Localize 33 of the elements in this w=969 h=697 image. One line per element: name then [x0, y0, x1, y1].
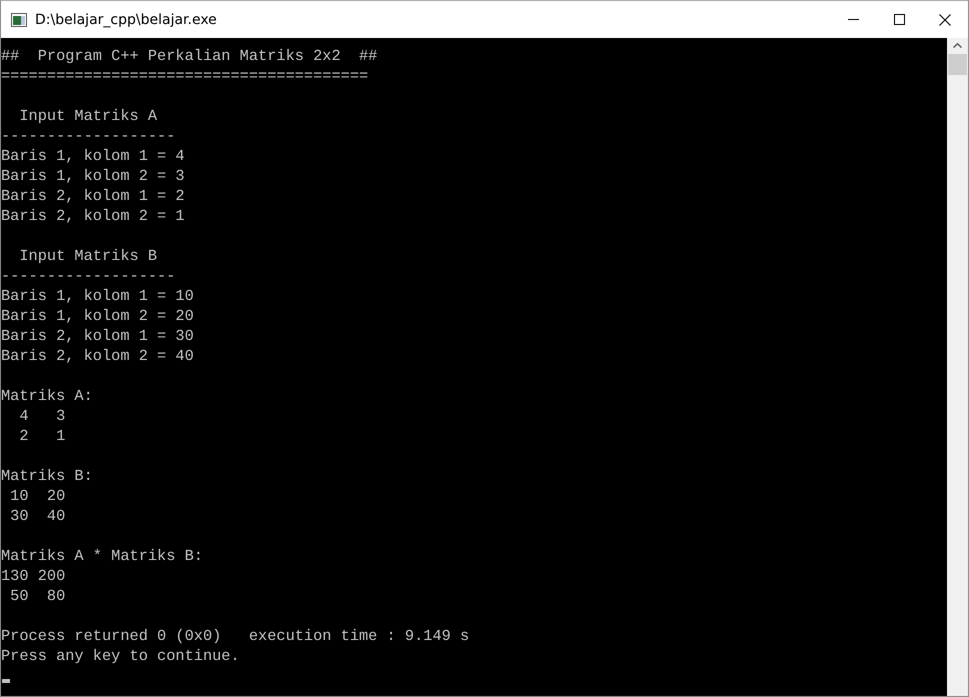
console-line: Baris 2, kolom 2 = 1: [1, 206, 185, 226]
console-line: Input Matriks B: [18, 246, 158, 266]
console-line: 30 40: [9, 506, 66, 526]
scroll-up-icon[interactable]: [953, 43, 962, 48]
console-line: 50 80: [9, 586, 66, 606]
console-line: ## Program C++ Perkalian Matriks 2x2 ##: [1, 46, 378, 66]
console-line: -------------------: [1, 266, 176, 286]
console-line: ========================================: [1, 66, 368, 86]
console-line: -------------------: [1, 126, 176, 146]
console-line: Baris 2, kolom 1 = 30: [1, 326, 194, 346]
console-line: Matriks B:: [1, 466, 93, 486]
console-app-icon: [11, 12, 27, 26]
console-line: Baris 1, kolom 1 = 4: [1, 146, 185, 166]
console-line: Baris 1, kolom 2 = 3: [1, 166, 185, 186]
console-line: 2 1: [18, 426, 66, 446]
console-line: 4 3: [18, 406, 66, 426]
console-line: 10 20: [9, 486, 66, 506]
window-title: D:\belajar_cpp\belajar.exe: [35, 12, 218, 28]
console-line: Baris 2, kolom 2 = 40: [1, 346, 194, 366]
console-line: Process returned 0 (0x0) execution time : 9.149 s: [1, 626, 470, 646]
console-line: Matriks A:: [1, 386, 93, 406]
console-line: Baris 1, kolom 1 = 10: [1, 286, 194, 306]
maximize-icon[interactable]: [894, 14, 904, 25]
close-icon[interactable]: [939, 14, 951, 26]
console-line: Press any key to continue.: [1, 646, 240, 666]
scroll-thumb[interactable]: [948, 54, 967, 75]
console-line: Baris 2, kolom 1 = 2: [1, 186, 185, 206]
minimize-icon[interactable]: [848, 19, 858, 20]
console-line: Input Matriks A: [18, 106, 158, 126]
console-line: 130 200: [1, 566, 66, 586]
console-line: Matriks A * Matriks B:: [1, 546, 203, 566]
console-line: Baris 1, kolom 2 = 20: [1, 306, 194, 326]
scrollbar[interactable]: [947, 38, 968, 696]
